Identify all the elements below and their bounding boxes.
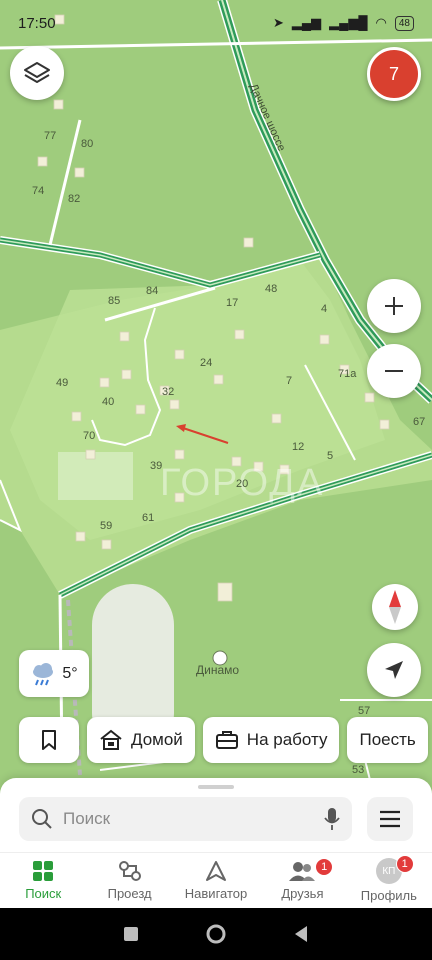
house-number: 80: [81, 138, 94, 150]
house-number: 59: [100, 520, 113, 532]
zoom-in-button[interactable]: [367, 279, 421, 333]
house-number: 74: [32, 185, 45, 197]
house-number: 67: [413, 416, 426, 428]
house-number: 77: [44, 130, 57, 142]
home-chip[interactable]: Домой: [87, 717, 195, 763]
home-nav-icon[interactable]: [205, 923, 227, 945]
house-number: 57: [358, 705, 371, 717]
house-number: 53: [352, 764, 365, 776]
tab-navigator[interactable]: Навигатор: [173, 853, 259, 908]
tab-label: Поиск: [25, 886, 62, 901]
recent-apps-icon[interactable]: [123, 926, 139, 942]
house-number: 5: [327, 450, 334, 462]
house-number: 49: [56, 377, 69, 389]
wifi-icon: ◠: [375, 15, 387, 30]
my-location-button[interactable]: [367, 643, 421, 697]
bookmark-icon: [42, 730, 56, 750]
house-number: 61: [142, 512, 155, 524]
house-number: 20: [236, 478, 249, 490]
tab-route[interactable]: Проезд: [86, 853, 172, 908]
back-icon[interactable]: [293, 925, 309, 943]
house-number: 24: [200, 357, 213, 369]
eat-chip-label: Поесть: [359, 730, 416, 749]
friends-icon: [289, 862, 316, 881]
tab-search[interactable]: Поиск: [0, 853, 86, 908]
house-number: 12: [292, 441, 305, 453]
profile-badge: 1: [395, 855, 414, 873]
house-number: 32: [162, 386, 175, 398]
tab-label: Навигатор: [184, 886, 248, 901]
tab-profile[interactable]: КП 1 Профиль: [346, 853, 432, 908]
search-input[interactable]: Поиск: [63, 809, 314, 829]
house-number: 84: [146, 285, 159, 297]
layers-button[interactable]: [10, 46, 64, 100]
house-number: 48: [265, 283, 278, 295]
temperature-value: 5°: [62, 664, 78, 682]
location-arrow-icon: ➤: [272, 15, 284, 30]
rain-cloud-icon: [33, 662, 54, 685]
home-chip-label: Домой: [131, 730, 183, 749]
layers-icon: [24, 62, 50, 83]
microphone-icon[interactable]: [324, 807, 340, 831]
work-chip-label: На работу: [246, 730, 328, 749]
zoom-out-button[interactable]: [367, 344, 421, 398]
sheet-handle[interactable]: [198, 785, 234, 789]
house-number: 17: [226, 297, 239, 309]
place-label: Динамо: [196, 663, 240, 677]
search-grid-icon: [33, 861, 54, 881]
bookmarks-chip[interactable]: [19, 717, 79, 763]
battery-icon: 48: [394, 15, 414, 31]
location-arrow-icon: [385, 661, 403, 679]
route-icon: [118, 861, 141, 881]
friends-badge: 1: [315, 858, 334, 876]
home-icon: [100, 729, 122, 750]
status-time: 17:50: [18, 14, 56, 32]
eat-chip[interactable]: Поесть: [347, 717, 428, 763]
tab-label: Профиль: [360, 888, 417, 903]
minus-icon: [385, 370, 403, 372]
notifications-count: 7: [388, 63, 399, 84]
signal-icon: ▂▄▆: [291, 15, 322, 30]
compass-icon: [389, 590, 401, 624]
tab-label: Друзья: [281, 886, 324, 901]
menu-button[interactable]: [367, 797, 413, 841]
navigator-icon: [206, 861, 227, 881]
plus-icon: [385, 297, 403, 315]
search-icon: [32, 809, 52, 829]
house-number: 71а: [338, 368, 357, 380]
tab-bar: Поиск Проезд Навигатор 1 Друзья КП 1 Про…: [0, 852, 432, 908]
work-chip[interactable]: На работу: [202, 717, 340, 763]
tab-friends[interactable]: 1 Друзья: [259, 853, 345, 908]
compass-button[interactable]: [372, 584, 418, 630]
search-bar[interactable]: Поиск: [19, 797, 352, 841]
notifications-button[interactable]: 7: [367, 47, 421, 101]
house-number: 82: [68, 193, 81, 205]
house-number: 40: [102, 396, 115, 408]
briefcase-icon: [215, 731, 238, 749]
weather-widget[interactable]: 5°: [19, 650, 89, 697]
house-number: 7: [286, 375, 293, 387]
quick-actions: Домой На работу Поесть: [19, 717, 428, 763]
signal-icon: ▂▄▆█: [329, 15, 368, 30]
house-number: 39: [150, 460, 163, 472]
house-number: 85: [108, 295, 121, 307]
house-number: 70: [83, 430, 96, 442]
house-number: 4: [321, 303, 328, 315]
tab-label: Проезд: [107, 886, 152, 901]
status-icons: ➤ ▂▄▆ ▂▄▆█ ◠ 48: [273, 15, 414, 31]
system-nav-bar: [0, 908, 432, 960]
hamburger-icon: [380, 810, 400, 828]
status-bar: 17:50 ➤ ▂▄▆ ▂▄▆█ ◠ 48: [0, 0, 432, 46]
